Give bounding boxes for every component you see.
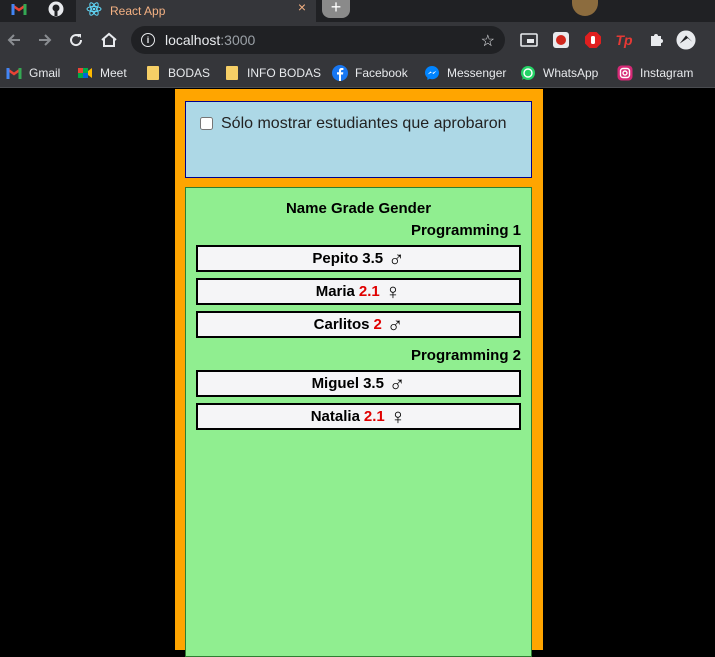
bookmark-messenger[interactable]: Messenger	[424, 64, 506, 82]
student-grade: 2	[373, 316, 382, 333]
student-name: Miguel	[311, 375, 360, 392]
folder-icon	[145, 65, 161, 81]
back-icon[interactable]	[2, 28, 26, 52]
bookmark-bodas[interactable]: BODAS	[145, 64, 210, 82]
adblock-hand-icon[interactable]	[583, 30, 603, 50]
student-name: Natalia	[310, 408, 360, 425]
forward-icon[interactable]	[33, 28, 57, 52]
student-name: Carlitos	[313, 316, 370, 333]
bookmark-star-icon[interactable]: ☆	[481, 31, 495, 51]
bookmarks-bar: Gmail Meet BODAS INFO BODAS Facebook Mes…	[0, 58, 715, 88]
site-info-icon[interactable]: i	[141, 33, 155, 47]
messenger-icon	[424, 65, 440, 81]
react-icon	[86, 1, 102, 21]
whatsapp-icon	[520, 65, 536, 81]
gmail-icon	[6, 65, 22, 81]
student-grade: 2.1	[358, 283, 380, 300]
female-icon: ♀	[389, 403, 407, 429]
reload-icon[interactable]	[64, 28, 88, 52]
course-heading: Programming 1	[410, 222, 521, 239]
male-icon: ♂	[388, 245, 405, 271]
github-pinned-tab-icon[interactable]	[44, 0, 68, 18]
browser-toolbar: i localhost:3000 ☆ Tp	[0, 22, 715, 58]
bookmark-info-bodas[interactable]: INFO BODAS	[224, 64, 321, 82]
filter-panel: Sólo mostrar estudiantes que aprobaron	[185, 101, 532, 178]
app-container: Sólo mostrar estudiantes que aprobaron N…	[175, 89, 543, 657]
home-icon[interactable]	[97, 28, 121, 52]
tab-search-icon[interactable]	[572, 0, 598, 16]
extensions-puzzle-icon[interactable]	[646, 30, 666, 50]
student-row: Carlitos 2 ♂	[196, 311, 521, 338]
page-viewport: Sólo mostrar estudiantes que aprobaron N…	[0, 89, 715, 657]
tab-close-icon[interactable]: ×	[298, 0, 306, 14]
student-row: Maria 2.1 ♀	[196, 278, 521, 305]
new-tab-button[interactable]: +	[322, 0, 350, 18]
bookmark-instagram[interactable]: Instagram	[617, 64, 693, 82]
bookmark-whatsapp[interactable]: WhatsApp	[520, 64, 598, 82]
facebook-icon	[332, 65, 348, 81]
bookmark-gmail[interactable]: Gmail	[6, 64, 60, 82]
address-bar[interactable]: i localhost:3000 ☆	[131, 26, 505, 54]
gmail-pinned-tab-icon[interactable]	[8, 0, 30, 18]
student-grade: 3.5	[362, 250, 384, 267]
student-row: Natalia 2.1 ♀	[196, 403, 521, 430]
extension-red-icon[interactable]	[551, 30, 571, 50]
tp-extension-icon[interactable]: Tp	[614, 30, 634, 50]
passed-only-label: Sólo mostrar estudiantes que aprobaron	[221, 115, 507, 132]
student-name: Pepito	[312, 250, 359, 267]
course-heading: Programming 2	[410, 347, 521, 364]
folder-icon	[224, 65, 240, 81]
table-header: Name Grade Gender	[285, 200, 432, 217]
student-grade: 2.1	[363, 408, 385, 425]
instagram-icon	[617, 65, 633, 81]
student-row: Pepito 3.5 ♂	[196, 245, 521, 272]
tab-react-app[interactable]: React App ×	[76, 0, 316, 22]
address-url: localhost:3000	[165, 32, 256, 48]
tab-strip: React App × +	[0, 0, 715, 22]
tab-title: React App	[110, 4, 166, 18]
profile-avatar-icon[interactable]	[676, 30, 696, 50]
female-icon: ♀	[384, 278, 402, 304]
student-grade: 3.5	[363, 375, 384, 392]
bookmark-facebook[interactable]: Facebook	[332, 64, 408, 82]
meet-icon	[77, 65, 93, 81]
students-table: Name Grade Gender Programming 1 Pepito 3…	[185, 187, 532, 657]
cast-icon[interactable]	[519, 30, 539, 50]
student-name: Maria	[315, 283, 355, 300]
passed-only-checkbox[interactable]	[200, 117, 213, 130]
male-icon: ♂	[386, 311, 404, 337]
male-icon: ♂	[388, 370, 406, 396]
bookmark-meet[interactable]: Meet	[77, 64, 127, 82]
student-row: Miguel 3.5 ♂	[196, 370, 521, 397]
